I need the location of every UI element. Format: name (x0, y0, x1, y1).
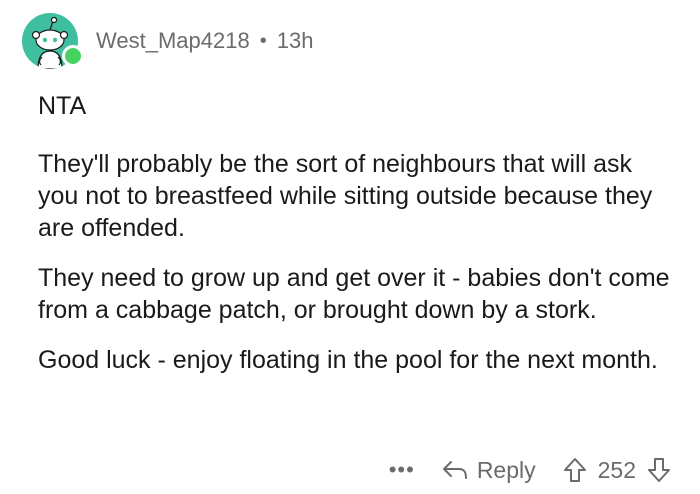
comment-paragraph: NTA (38, 92, 87, 120)
comment-paragraph: They'll probably be the sort of neighbou… (38, 150, 653, 242)
meta-separator: • (259, 29, 267, 52)
author-username[interactable]: West_Map4218 (96, 28, 250, 54)
reply-button[interactable]: Reply (441, 457, 536, 484)
vote-controls: 252 (562, 456, 672, 484)
reply-arrow-icon (442, 461, 467, 479)
avatar[interactable] (22, 13, 84, 69)
comment-body: NTA They'll probably be the sort of neig… (38, 90, 678, 376)
downvote-arrow-icon[interactable] (646, 456, 672, 484)
comment-paragraph: They need to grow up and get over it - b… (38, 264, 670, 324)
more-options-button[interactable]: ••• (389, 457, 415, 483)
comment-paragraph: Good luck - enjoy floating in the pool f… (38, 346, 658, 374)
comment-actions: ••• Reply 252 (389, 452, 672, 488)
reply-label: Reply (476, 456, 536, 483)
vote-score: 252 (597, 456, 636, 483)
comment-header: West_Map4218 • 13h (22, 10, 313, 72)
online-status-dot (62, 45, 84, 67)
upvote-arrow-icon[interactable] (562, 456, 588, 484)
comment-timestamp[interactable]: 13h (277, 28, 314, 54)
